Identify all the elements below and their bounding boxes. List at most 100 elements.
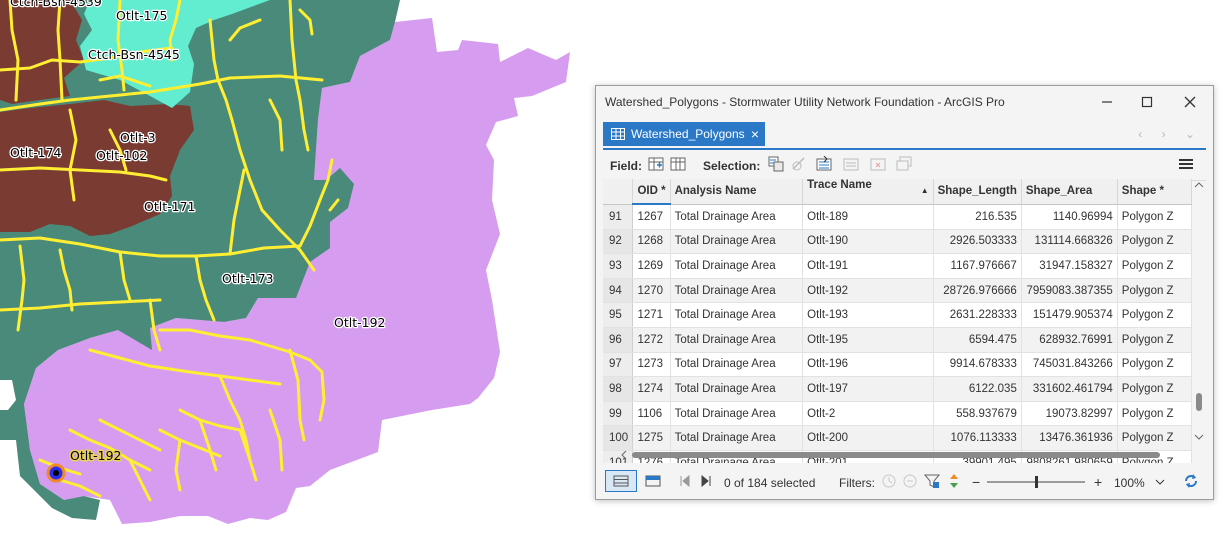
cell-trace-name[interactable]: Otlt-190 [802, 229, 934, 255]
cell-shape[interactable]: Polygon Z [1117, 278, 1192, 304]
select-by-attributes-icon[interactable] [768, 156, 784, 172]
table-row[interactable]: 94 1270 Total Drainage Area Otlt-192 28726.9… [603, 278, 1192, 304]
cell-shape-length[interactable]: 28726.976666 [933, 278, 1022, 304]
row-number[interactable]: 99 [603, 401, 634, 427]
cell-trace-name[interactable]: Otlt-191 [802, 253, 934, 279]
cell-trace-name[interactable]: Otlt-197 [802, 376, 934, 402]
cell-shape-area[interactable]: 745031.843266 [1021, 352, 1118, 378]
cell-oid[interactable]: 1271 [632, 302, 671, 328]
cell-analysis-name[interactable]: Total Drainage Area [670, 352, 804, 378]
cell-shape-area[interactable]: 31947.158327 [1021, 253, 1118, 279]
cell-analysis-name[interactable]: Total Drainage Area [670, 327, 804, 353]
cell-shape-area[interactable]: 151479.905374 [1021, 302, 1118, 328]
column-header-analysis-name[interactable]: Analysis Name [670, 179, 804, 205]
table-row[interactable]: 99 1106 Total Drainage Area Otlt-2 558.93767… [603, 401, 1192, 427]
cell-analysis-name[interactable]: Total Drainage Area [670, 229, 804, 255]
zoom-in-button[interactable]: + [1094, 474, 1102, 490]
table-row[interactable]: 97 1273 Total Drainage Area Otlt-196 9914.67… [603, 352, 1192, 378]
column-header-oid[interactable]: OID * [632, 179, 671, 205]
row-number[interactable]: 94 [603, 278, 634, 304]
calculate-field-icon[interactable] [670, 156, 686, 172]
tab-close-icon[interactable]: × [751, 127, 759, 141]
filter-extent-icon[interactable] [881, 473, 897, 489]
cell-analysis-name[interactable]: Total Drainage Area [670, 302, 804, 328]
cell-shape-length[interactable]: 6594.475 [933, 327, 1022, 353]
cell-trace-name[interactable]: Otlt-193 [802, 302, 934, 328]
vertical-scrollbar[interactable] [1192, 179, 1206, 443]
horizontal-scrollbar[interactable] [620, 447, 1168, 460]
sort-order-icon[interactable] [947, 473, 961, 489]
cell-shape-length[interactable]: 558.937679 [933, 401, 1022, 427]
scroll-down-icon[interactable] [1194, 434, 1204, 440]
cell-shape-area[interactable]: 331602.461794 [1021, 376, 1118, 402]
row-number[interactable]: 97 [603, 352, 634, 378]
cell-trace-name[interactable]: Otlt-2 [802, 401, 934, 427]
switch-selection-icon[interactable] [816, 156, 832, 172]
add-field-icon[interactable] [648, 156, 664, 172]
window-title-bar[interactable]: Watershed_Polygons - Stormwater Utility … [596, 86, 1213, 118]
show-all-records-button[interactable] [605, 470, 637, 492]
cell-oid[interactable]: 1267 [632, 204, 671, 230]
cell-shape[interactable]: Polygon Z [1117, 253, 1192, 279]
clear-selection-icon[interactable] [843, 156, 859, 172]
filter-table-icon[interactable] [924, 473, 940, 489]
minimize-button[interactable] [1086, 86, 1128, 118]
cell-shape[interactable]: Polygon Z [1117, 302, 1192, 328]
cell-analysis-name[interactable]: Total Drainage Area [670, 253, 804, 279]
cell-shape-length[interactable]: 1167.976667 [933, 253, 1022, 279]
cell-trace-name[interactable]: Otlt-192 [802, 278, 934, 304]
column-header-shape-area[interactable]: Shape_Area [1021, 179, 1118, 205]
show-selected-records-icon[interactable] [645, 474, 661, 488]
row-number[interactable]: 95 [603, 302, 634, 328]
table-row[interactable]: 96 1272 Total Drainage Area Otlt-195 6594.47… [603, 327, 1192, 353]
cell-shape-length[interactable]: 2631.228333 [933, 302, 1022, 328]
cell-shape-length[interactable]: 216.535 [933, 204, 1022, 230]
column-header-shape-length[interactable]: Shape_Length [933, 179, 1022, 205]
cell-shape-length[interactable]: 9914.678333 [933, 352, 1022, 378]
cell-oid[interactable]: 1270 [632, 278, 671, 304]
zoom-out-button[interactable]: − [972, 474, 980, 490]
zoom-to-selection-icon[interactable] [791, 156, 807, 172]
maximize-button[interactable] [1126, 86, 1168, 118]
table-row[interactable]: 93 1269 Total Drainage Area Otlt-191 1167.97… [603, 253, 1192, 279]
cell-shape[interactable]: Polygon Z [1117, 376, 1192, 402]
cell-shape-area[interactable]: 1140.96994 [1021, 204, 1118, 230]
cell-shape-area[interactable]: 131114.668326 [1021, 229, 1118, 255]
cell-trace-name[interactable]: Otlt-195 [802, 327, 934, 353]
cell-shape[interactable]: Polygon Z [1117, 229, 1192, 255]
attribute-table-window[interactable]: Watershed_Polygons - Stormwater Utility … [595, 85, 1214, 500]
row-number[interactable]: 91 [603, 204, 634, 230]
cell-shape-length[interactable]: 6122.035 [933, 376, 1022, 402]
table-row[interactable]: 95 1271 Total Drainage Area Otlt-193 2631.22… [603, 302, 1192, 328]
first-record-icon[interactable] [679, 475, 691, 487]
cell-trace-name[interactable]: Otlt-189 [802, 204, 934, 230]
cell-oid[interactable]: 1274 [632, 376, 671, 402]
table-row[interactable]: 98 1274 Total Drainage Area Otlt-197 6122.03… [603, 376, 1192, 402]
column-header-trace-name[interactable]: Trace Name ▲ [802, 179, 934, 205]
cell-analysis-name[interactable]: Total Drainage Area [670, 278, 804, 304]
zoom-level-dropdown[interactable]: 100% [1110, 471, 1170, 491]
cell-shape-area[interactable]: 628932.76991 [1021, 327, 1118, 353]
filter-contents-icon[interactable] [902, 473, 918, 489]
cell-trace-name[interactable]: Otlt-196 [802, 352, 934, 378]
cell-oid[interactable]: 1106 [632, 401, 671, 427]
row-number[interactable]: 92 [603, 229, 634, 255]
selected-outlet-marker[interactable] [46, 463, 66, 483]
cell-shape[interactable]: Polygon Z [1117, 327, 1192, 353]
cell-shape-area[interactable]: 7959083.387355 [1021, 278, 1118, 304]
zoom-slider-thumb[interactable] [1035, 476, 1038, 488]
horizontal-scroll-thumb[interactable] [632, 452, 1160, 458]
scroll-left-icon[interactable] [621, 450, 627, 460]
vertical-scroll-thumb[interactable] [1196, 393, 1202, 411]
copy-selected-icon[interactable] [896, 156, 912, 172]
cell-analysis-name[interactable]: Total Drainage Area [670, 376, 804, 402]
scroll-up-icon[interactable] [1194, 182, 1204, 188]
tab-watershed-polygons[interactable]: Watershed_Polygons × [603, 122, 765, 146]
last-record-icon[interactable] [700, 475, 712, 487]
delete-selected-icon[interactable] [870, 156, 886, 172]
refresh-icon[interactable] [1182, 472, 1200, 490]
menu-icon[interactable] [1178, 156, 1194, 172]
cell-oid[interactable]: 1273 [632, 352, 671, 378]
cell-analysis-name[interactable]: Total Drainage Area [670, 204, 804, 230]
row-header-corner[interactable] [603, 179, 634, 205]
